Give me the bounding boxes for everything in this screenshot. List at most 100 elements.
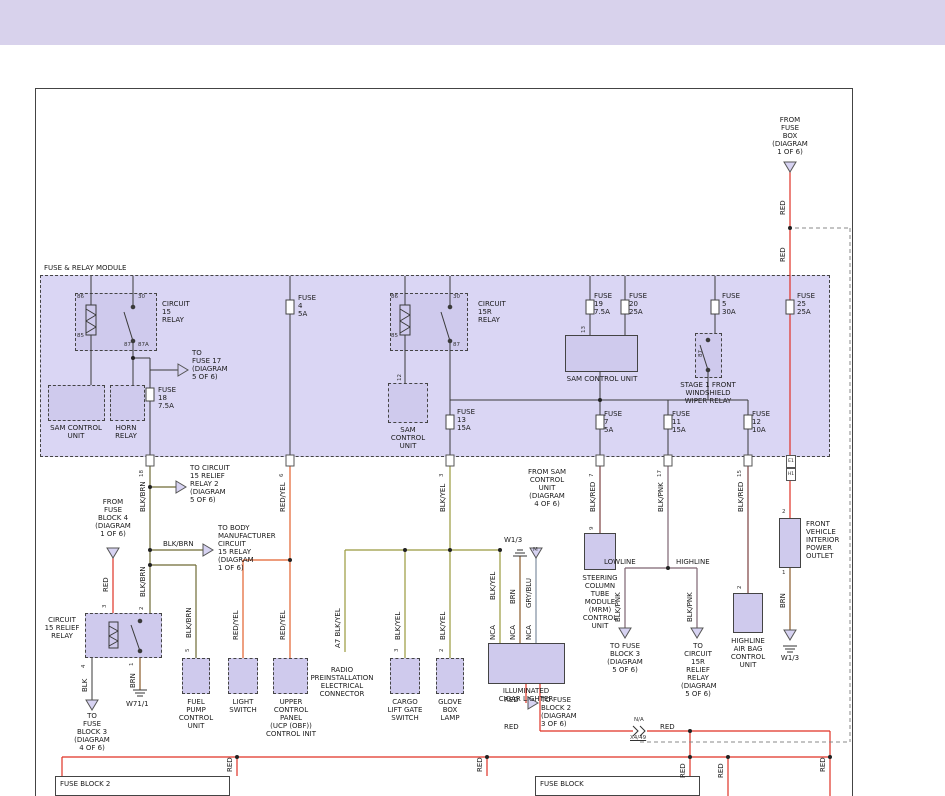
wire-label-red-b2: RED [476, 757, 484, 772]
wire-label-blkpnk-1: BLK/PNK [657, 482, 665, 512]
relay1-label: CIRCUIT 15 RELAY [162, 300, 190, 324]
exit-pin7: 7 [589, 474, 595, 478]
wire-label-red-b1: RED [226, 757, 234, 772]
relay2-pin85: 85 [391, 333, 398, 339]
wire-label-blkbrn-3: BLK/BRN [185, 607, 193, 638]
outlet-label: FRONT VEHICLE INTERIOR POWER OUTLET [806, 520, 839, 560]
fuse11-label: FUSE 11 15A [672, 410, 690, 434]
module-title: FUSE & RELAY MODULE [44, 264, 126, 272]
wire-label-blkred-2: BLK/RED [737, 482, 745, 512]
light-switch-label: LIGHT SWITCH [222, 698, 264, 714]
pin-box-h1: H1 [786, 468, 796, 481]
wire-label-red-top2: RED [779, 247, 787, 262]
fuse-block2-label: FUSE BLOCK 2 [60, 780, 110, 788]
lowline-label: LOWLINE [604, 558, 636, 566]
exit-pin18: 18 [139, 470, 145, 477]
fuse13-label: FUSE 13 15A [457, 408, 475, 432]
to-fuse17-label: TO FUSE 17 (DIAGRAM 5 OF 6) [192, 349, 228, 381]
wire-label-a7blkyel: A7 BLK/YEL [334, 608, 342, 648]
wiper-label: STAGE 1 FRONT WINDSHIELD WIPER RELAY [660, 381, 756, 405]
x449-label: X4/49 [630, 735, 646, 741]
relief-pin2: 2 [139, 607, 145, 611]
highline-label: HIGHLINE [676, 558, 710, 566]
fuse19-label: FUSE 19 7.5A [594, 292, 612, 316]
exit-pin17: 17 [657, 470, 663, 477]
radio-label: RADIO PREINSTALLATION ELECTRICAL CONNECT… [310, 666, 374, 698]
relay1-pin85: 85 [77, 333, 84, 339]
wire-label-brn-2: BRN [509, 589, 517, 604]
wire-label-blkred-1: BLK/RED [589, 482, 597, 512]
wire-label-red-top1: RED [779, 200, 787, 215]
to-relief2-label: TO CIRCUIT 15 RELIEF RELAY 2 (DIAGRAM 5 … [190, 464, 230, 504]
relay2-pin86: 86 [391, 294, 398, 300]
wire-label-redyel-1: RED/YEL [279, 482, 287, 512]
exit-pin3: 3 [439, 474, 445, 478]
to-15r-relief-label: TO CIRCUIT 15R RELIEF RELAY (DIAGRAM 5 O… [681, 642, 715, 698]
relay2-pin30: 30 [453, 294, 460, 300]
wire-label-redyel-2: RED/YEL [232, 610, 240, 640]
fuse4-label: FUSE 4 5A [298, 294, 316, 318]
red-label-h3: RED [660, 723, 675, 731]
cargo-label: CARGO LIFT GATE SWITCH [382, 698, 428, 722]
glove-label: GLOVE BOX LAMP [431, 698, 469, 722]
relief-relay-label: CIRCUIT 15 RELIEF RELAY [40, 616, 84, 640]
wire-label-blk: BLK [81, 679, 89, 692]
na-label: N/A [634, 717, 644, 723]
relay2-label: CIRCUIT 15R RELAY [478, 300, 506, 324]
red-label-h2: RED [504, 723, 519, 731]
to-fuse-block3-5-label: TO FUSE BLOCK 3 (DIAGRAM 5 OF 6) [606, 642, 644, 674]
wire-label-redyel-3: RED/YEL [279, 610, 287, 640]
wire-label-blkbrn-2: BLK/BRN [139, 566, 147, 597]
sam-mid-pin12: 12 [397, 374, 403, 381]
sam-right-pin13: 13 [581, 326, 587, 333]
wire-label-blkpnk-2: BLK/PNK [614, 592, 622, 622]
blkbrn-horizontal-label: BLK/BRN [163, 540, 194, 548]
fuel-pump-label: FUEL PUMP CONTROL UNIT [177, 698, 215, 730]
from-sam-label: FROM SAM CONTROL UNIT (DIAGRAM 4 OF 6) [524, 468, 570, 508]
wire-label-red-b3: RED [679, 763, 687, 778]
sam-left-label: SAM CONTROL UNIT [45, 424, 107, 440]
screenshot: Fig 2: Power Distribution Circuit (2 of … [0, 0, 945, 796]
wire-label-blkyel-2: BLK/YEL [394, 612, 402, 640]
red-label-h1: RED [504, 696, 519, 704]
ground-w711-label: W71/1 [126, 700, 149, 708]
pin-box-e1: E1 [786, 455, 796, 468]
pin-box-symbols [146, 455, 752, 466]
wire-label-blkyel-3: BLK/YEL [439, 612, 447, 640]
ground-w13-bottom-label: W1/3 [776, 654, 804, 662]
wire-label-blkpnk-3: BLK/PNK [686, 592, 694, 622]
to-body-mfr-label: TO BODY MANUFACTURER CIRCUIT 15 RELAY (D… [218, 524, 276, 572]
exit-pin6: 6 [279, 474, 285, 478]
fuse5-label: FUSE 5 30A [722, 292, 740, 316]
fuse20-label: FUSE 20 25A [629, 292, 647, 316]
outlet-pin1: 1 [782, 570, 786, 576]
wiper-pin87: 87 [698, 350, 704, 357]
fuse12-label: FUSE 12 10A [752, 410, 770, 434]
wire-label-nca-3: NCA [525, 625, 533, 640]
airbag-label: HIGHLINE AIR BAG CONTROL UNIT [724, 637, 772, 669]
wire-label-blkyel-4: BLK/YEL [489, 572, 497, 600]
wire-label-brn-3: BRN [779, 593, 787, 608]
relay1-pin87a: 87A [138, 342, 149, 348]
fuse-block-label: FUSE BLOCK [540, 780, 584, 788]
wire-label-gryblu: GRY/BLU [525, 578, 533, 608]
wire-label-red-b4: RED [717, 763, 725, 778]
to-fuse-block2-label: TO FUSE BLOCK 2 (DIAGRAM 3 OF 6) [541, 696, 577, 728]
outlet-pin2: 2 [782, 509, 786, 515]
from-fuse-box-label: FROM FUSE BOX (DIAGRAM 1 OF 6) [768, 116, 812, 156]
exit-pin15: 15 [737, 470, 743, 477]
relay1-pin86: 86 [77, 294, 84, 300]
wire-label-blkyel-1: BLK/YEL [439, 484, 447, 512]
fuse18-label: FUSE 18 7.5A [158, 386, 176, 410]
sam-mid-label: SAM CONTROL UNIT [384, 426, 432, 450]
header-bar [0, 0, 945, 45]
fuse7-label: FUSE 7 5A [604, 410, 622, 434]
airbag-pin2: 2 [737, 586, 743, 590]
wire-label-nca-2: NCA [509, 625, 517, 640]
relay1-pin30: 30 [138, 294, 145, 300]
fuse25-label: FUSE 25 25A [797, 292, 815, 316]
to-fuse-block3-4-label: TO FUSE BLOCK 3 (DIAGRAM 4 OF 6) [74, 712, 110, 752]
from-fuse-block4-label: FROM FUSE BLOCK 4 (DIAGRAM 1 OF 6) [92, 498, 134, 538]
blkyel-wires [345, 466, 500, 658]
ucp-label: UPPER CONTROL PANEL (UCP (OBF)) CONTROL … [262, 698, 320, 738]
